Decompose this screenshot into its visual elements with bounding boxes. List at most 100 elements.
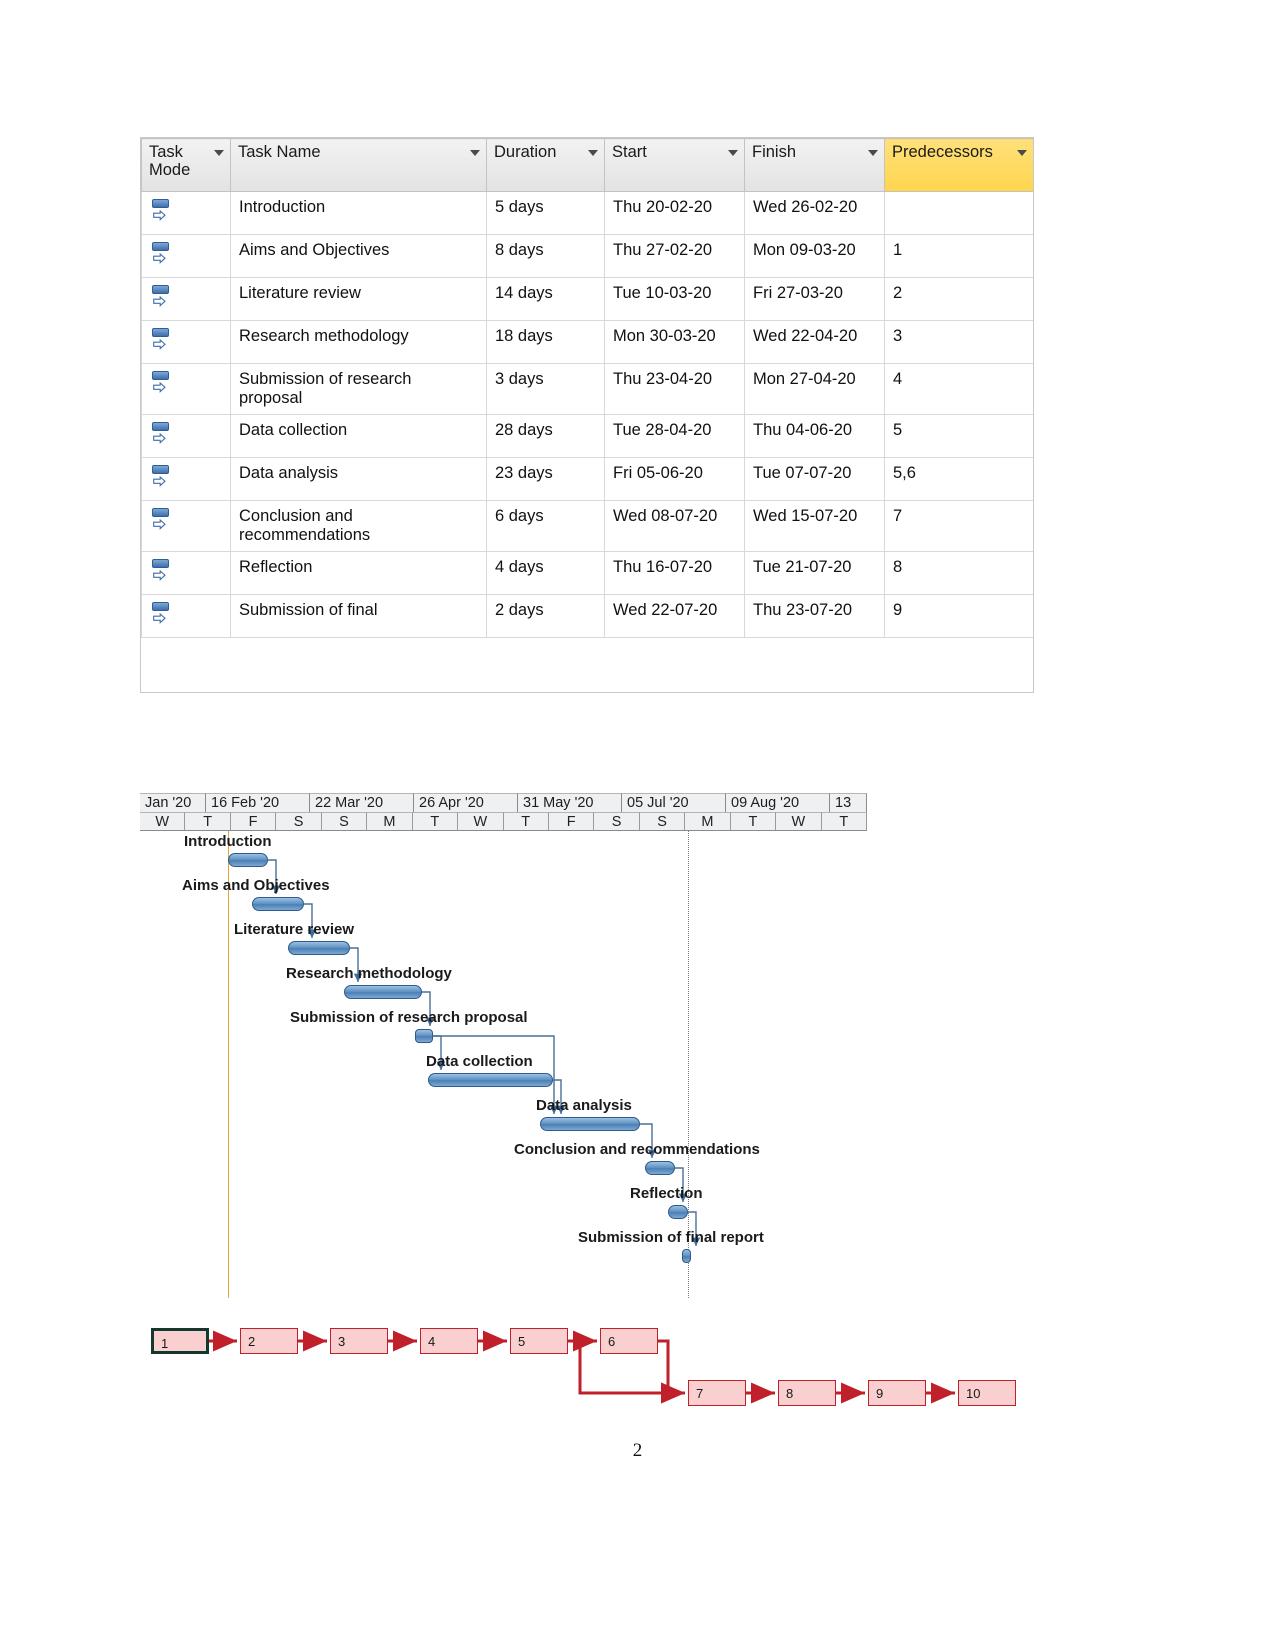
cell-task-name[interactable]: Data analysis (230, 457, 487, 501)
gantt-bar[interactable] (288, 941, 350, 955)
table-row[interactable]: Research methodology 18 days Mon 30-03-20 W… (141, 320, 1033, 364)
cell-duration[interactable]: 14 days (486, 277, 605, 321)
cell-task-name[interactable]: Reflection (230, 551, 487, 595)
cell-start[interactable]: Tue 10-03-20 (604, 277, 745, 321)
cell-duration[interactable]: 6 days (486, 500, 605, 552)
gantt-bar[interactable] (668, 1205, 688, 1219)
cell-task-name[interactable]: Research methodology (230, 320, 487, 364)
network-node[interactable]: 4 (420, 1328, 478, 1354)
cell-start[interactable]: Wed 22-07-20 (604, 594, 745, 638)
chevron-down-icon[interactable] (868, 150, 878, 156)
cell-finish[interactable]: Thu 23-07-20 (744, 594, 885, 638)
gantt-bar[interactable] (682, 1249, 691, 1263)
cell-duration[interactable]: 28 days (486, 414, 605, 458)
cell-predecessors[interactable]: 3 (884, 320, 1033, 364)
cell-task-name[interactable]: Submission of research proposal (230, 363, 487, 415)
chevron-down-icon[interactable] (728, 150, 738, 156)
cell-start[interactable]: Thu 20-02-20 (604, 191, 745, 235)
network-node[interactable]: 8 (778, 1380, 836, 1406)
cell-finish[interactable]: Fri 27-03-20 (744, 277, 885, 321)
cell-duration[interactable]: 18 days (486, 320, 605, 364)
chevron-down-icon[interactable] (470, 150, 480, 156)
network-node[interactable]: 3 (330, 1328, 388, 1354)
cell-task-mode[interactable] (141, 277, 231, 321)
gantt-bar[interactable] (645, 1161, 675, 1175)
column-header-duration[interactable]: Duration (486, 138, 605, 192)
table-row[interactable]: Literature review 14 days Tue 10-03-20 Fri … (141, 277, 1033, 321)
cell-task-name[interactable]: Literature review (230, 277, 487, 321)
cell-predecessors[interactable]: 9 (884, 594, 1033, 638)
table-row[interactable]: Submission of final 2 days Wed 22-07-20 Thu… (141, 594, 1033, 638)
cell-duration[interactable]: 8 days (486, 234, 605, 278)
cell-predecessors[interactable]: 7 (884, 500, 1033, 552)
cell-start[interactable]: Thu 23-04-20 (604, 363, 745, 415)
cell-duration[interactable]: 4 days (486, 551, 605, 595)
chevron-down-icon[interactable] (1017, 150, 1027, 156)
cell-task-mode[interactable] (141, 363, 231, 415)
network-node[interactable]: 1 (151, 1328, 209, 1354)
gantt-bar[interactable] (228, 853, 268, 867)
task-table-container[interactable]: Task Mode Task Name Duration Start Finis… (140, 137, 1034, 693)
table-row[interactable]: Data collection 28 days Tue 28-04-20 Thu 04… (141, 414, 1033, 458)
cell-predecessors[interactable]: 1 (884, 234, 1033, 278)
cell-finish[interactable]: Wed 26-02-20 (744, 191, 885, 235)
table-row[interactable]: Conclusion and recommendations 6 days Wed … (141, 500, 1033, 552)
cell-task-mode[interactable] (141, 594, 231, 638)
cell-task-mode[interactable] (141, 234, 231, 278)
cell-predecessors[interactable]: 5,6 (884, 457, 1033, 501)
table-row[interactable]: Data analysis 23 days Fri 05-06-20 Tue 07-0… (141, 457, 1033, 501)
cell-duration[interactable]: 23 days (486, 457, 605, 501)
cell-task-mode[interactable] (141, 457, 231, 501)
cell-finish[interactable]: Thu 04-06-20 (744, 414, 885, 458)
cell-start[interactable]: Fri 05-06-20 (604, 457, 745, 501)
cell-task-name[interactable]: Data collection (230, 414, 487, 458)
gantt-bar[interactable] (252, 897, 304, 911)
cell-finish[interactable]: Wed 15-07-20 (744, 500, 885, 552)
cell-duration[interactable]: 5 days (486, 191, 605, 235)
gantt-bar[interactable] (540, 1117, 640, 1131)
cell-start[interactable]: Thu 27-02-20 (604, 234, 745, 278)
cell-duration[interactable]: 3 days (486, 363, 605, 415)
chevron-down-icon[interactable] (214, 150, 224, 156)
network-node[interactable]: 5 (510, 1328, 568, 1354)
cell-start[interactable]: Wed 08-07-20 (604, 500, 745, 552)
cell-task-name[interactable]: Submission of final (230, 594, 487, 638)
cell-start[interactable]: Thu 16-07-20 (604, 551, 745, 595)
cell-duration[interactable]: 2 days (486, 594, 605, 638)
cell-finish[interactable]: Wed 22-04-20 (744, 320, 885, 364)
gantt-bar[interactable] (344, 985, 422, 999)
cell-predecessors[interactable]: 2 (884, 277, 1033, 321)
table-row[interactable]: Submission of research proposal 3 days Thu… (141, 363, 1033, 415)
column-header-task-name[interactable]: Task Name (230, 138, 487, 192)
cell-predecessors[interactable]: 8 (884, 551, 1033, 595)
cell-finish[interactable]: Mon 27-04-20 (744, 363, 885, 415)
column-header-finish[interactable]: Finish (744, 138, 885, 192)
cell-task-mode[interactable] (141, 414, 231, 458)
gantt-bar[interactable] (428, 1073, 553, 1087)
cell-finish[interactable]: Tue 07-07-20 (744, 457, 885, 501)
chevron-down-icon[interactable] (588, 150, 598, 156)
cell-task-mode[interactable] (141, 551, 231, 595)
cell-task-name[interactable]: Aims and Objectives (230, 234, 487, 278)
cell-task-name[interactable]: Conclusion and recommendations (230, 500, 487, 552)
table-row[interactable]: Aims and Objectives 8 days Thu 27-02-20 Mon… (141, 234, 1033, 278)
network-node[interactable]: 7 (688, 1380, 746, 1406)
cell-predecessors[interactable]: 5 (884, 414, 1033, 458)
table-row[interactable]: Reflection 4 days Thu 16-07-20 Tue 21-07-20… (141, 551, 1033, 595)
column-header-start[interactable]: Start (604, 138, 745, 192)
cell-task-mode[interactable] (141, 320, 231, 364)
cell-finish[interactable]: Tue 21-07-20 (744, 551, 885, 595)
network-node[interactable]: 6 (600, 1328, 658, 1354)
cell-task-name[interactable]: Introduction (230, 191, 487, 235)
cell-finish[interactable]: Mon 09-03-20 (744, 234, 885, 278)
column-header-task-mode[interactable]: Task Mode (141, 138, 231, 192)
cell-predecessors[interactable] (884, 191, 1033, 235)
column-header-predecessors[interactable]: Predecessors (884, 138, 1033, 192)
network-node[interactable]: 2 (240, 1328, 298, 1354)
cell-start[interactable]: Mon 30-03-20 (604, 320, 745, 364)
cell-start[interactable]: Tue 28-04-20 (604, 414, 745, 458)
network-node[interactable]: 9 (868, 1380, 926, 1406)
gantt-bar[interactable] (415, 1029, 433, 1043)
gantt-bars-area[interactable]: Introduction Aims and Objectives Literatur… (140, 831, 867, 1298)
cell-predecessors[interactable]: 4 (884, 363, 1033, 415)
